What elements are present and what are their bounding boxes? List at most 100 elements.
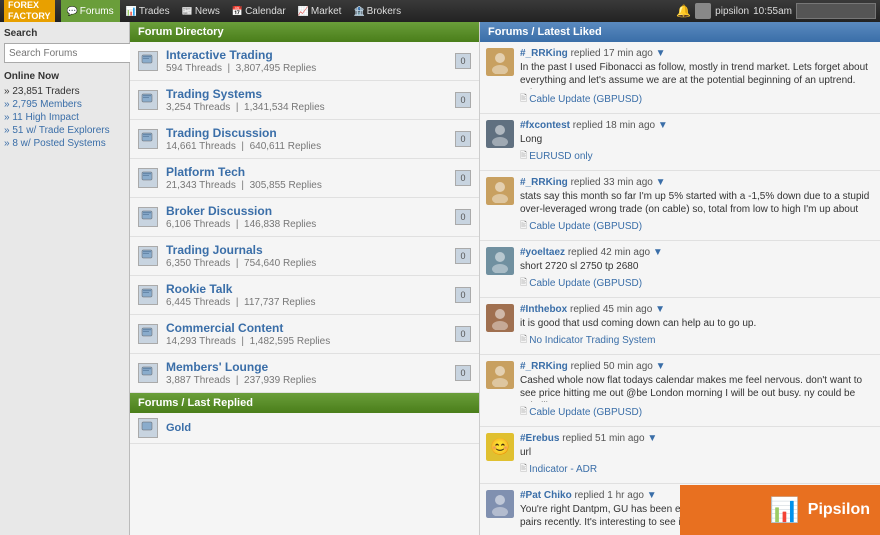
arrow-icon: ▼ <box>656 48 666 59</box>
forum-name[interactable]: Trading Journals <box>166 243 451 257</box>
nav-item-news[interactable]: 📰News <box>176 0 226 22</box>
latest-username[interactable]: #_RRKing <box>520 177 568 188</box>
sidebar-stats: » 23,851 Traders» 2,795 Members» 11 High… <box>4 86 125 149</box>
sidebar-stat-link[interactable]: » 2,795 Members <box>4 99 82 110</box>
latest-content: #yoeltaez replied 42 min ago ▼ short 272… <box>520 247 874 291</box>
last-replied-item[interactable]: Gold <box>130 413 479 444</box>
user-avatar[interactable] <box>695 3 711 19</box>
nav-item-forums[interactable]: 💬Forums <box>61 0 120 22</box>
arrow-icon: ▼ <box>647 490 657 501</box>
latest-avatar <box>486 120 514 148</box>
content-area: Forum Directory Interactive Trading 594 … <box>130 22 880 535</box>
forum-name[interactable]: Interactive Trading <box>166 48 451 62</box>
latest-thread-link[interactable]: 🖹No Indicator Trading System <box>520 332 874 348</box>
latest-avatar <box>486 48 514 76</box>
forum-list-item[interactable]: Trading Systems 3,254 Threads | 1,341,53… <box>130 81 479 120</box>
forum-name[interactable]: Trading Systems <box>166 87 451 101</box>
latest-liked-item[interactable]: #Inthebox replied 45 min ago ▼ it is goo… <box>480 298 880 355</box>
latest-thread-link[interactable]: 🖹Cable Update (GBPUSD) <box>520 218 874 234</box>
forum-name[interactable]: Members' Lounge <box>166 360 451 374</box>
forum-name[interactable]: Rookie Talk <box>166 282 451 296</box>
forum-name[interactable]: Broker Discussion <box>166 204 451 218</box>
sidebar-search-row: 🔍 <box>4 43 125 63</box>
sidebar-stat: » 2,795 Members <box>4 99 125 110</box>
sidebar-stat: » 51 w/ Trade Explorers <box>4 125 125 136</box>
forum-info: Commercial Content 14,293 Threads | 1,48… <box>166 321 451 347</box>
latest-username[interactable]: #fxcontest <box>520 120 570 131</box>
sidebar-stat-link[interactable]: » 11 High Impact <box>4 112 79 123</box>
forum-info: Platform Tech 21,343 Threads | 305,855 R… <box>166 165 451 191</box>
sidebar-stat-link[interactable]: » 51 w/ Trade Explorers <box>4 125 110 136</box>
latest-thread-link[interactable]: 🖹EURUSD only <box>520 148 874 164</box>
forum-name[interactable]: Trading Discussion <box>166 126 451 140</box>
link-icon: 🖹 <box>520 404 527 420</box>
link-icon: 🖹 <box>520 91 527 107</box>
bottom-bar: 📊 Pipsilon <box>680 485 880 535</box>
top-search-input[interactable] <box>796 3 876 19</box>
nav-item-brokers[interactable]: 🏦Brokers <box>347 0 407 22</box>
nav-icon: 📊 <box>126 6 137 17</box>
latest-liked-item[interactable]: #yoeltaez replied 42 min ago ▼ short 272… <box>480 241 880 298</box>
latest-avatar <box>486 490 514 518</box>
latest-text: Long <box>520 133 874 146</box>
latest-meta: #_RRKing replied 17 min ago ▼ <box>520 48 874 59</box>
latest-text: url <box>520 446 874 459</box>
latest-username[interactable]: #yoeltaez <box>520 247 565 258</box>
arrow-icon: ▼ <box>655 304 665 315</box>
forum-list-item[interactable]: Commercial Content 14,293 Threads | 1,48… <box>130 315 479 354</box>
latest-username[interactable]: #Inthebox <box>520 304 567 315</box>
forum-list-item[interactable]: Trading Discussion 14,661 Threads | 640,… <box>130 120 479 159</box>
forum-list-item[interactable]: Trading Journals 6,350 Threads | 754,640… <box>130 237 479 276</box>
last-replied-list: Gold <box>130 413 479 444</box>
forum-list-item[interactable]: Interactive Trading 594 Threads | 3,807,… <box>130 42 479 81</box>
forum-badge: 0 <box>455 365 471 381</box>
nav-right: 🔔 pipsilon 10:55am <box>676 3 876 19</box>
forum-icon <box>138 285 158 305</box>
nav-item-calendar[interactable]: 📅Calendar <box>226 0 292 22</box>
arrow-icon: ▼ <box>647 433 657 444</box>
forum-icon <box>138 168 158 188</box>
sidebar-search-input[interactable] <box>4 43 146 63</box>
latest-username[interactable]: #_RRKing <box>520 361 568 372</box>
forum-info: Rookie Talk 6,445 Threads | 117,737 Repl… <box>166 282 451 308</box>
forum-list-item[interactable]: Platform Tech 21,343 Threads | 305,855 R… <box>130 159 479 198</box>
latest-username[interactable]: #_RRKing <box>520 48 568 59</box>
latest-text: In the past I used Fibonacci as follow, … <box>520 61 874 89</box>
forum-info: Broker Discussion 6,106 Threads | 146,83… <box>166 204 451 230</box>
latest-liked-item[interactable]: #_RRKing replied 50 min ago ▼ Cashed who… <box>480 355 880 427</box>
latest-liked-item[interactable]: #fxcontest replied 18 min ago ▼ Long 🖹EU… <box>480 114 880 171</box>
latest-thread-link[interactable]: 🖹Cable Update (GBPUSD) <box>520 404 874 420</box>
forum-badge: 0 <box>455 92 471 108</box>
latest-liked-item[interactable]: 😊 #Erebus replied 51 min ago ▼ url 🖹Indi… <box>480 427 880 484</box>
last-replied-label[interactable]: Gold <box>166 422 191 434</box>
sidebar-stat-link[interactable]: » 8 w/ Posted Systems <box>4 138 106 149</box>
latest-liked-item[interactable]: #_RRKing replied 33 min ago ▼ stats say … <box>480 171 880 241</box>
nav-item-market[interactable]: 📈Market <box>292 0 348 22</box>
avatar <box>486 177 514 205</box>
latest-username[interactable]: #Pat Chiko <box>520 490 572 501</box>
latest-username[interactable]: #Erebus <box>520 433 559 444</box>
latest-meta: #fxcontest replied 18 min ago ▼ <box>520 120 874 131</box>
forum-stats: 6,350 Threads | 754,640 Replies <box>166 258 451 269</box>
nav-item-trades[interactable]: 📊Trades <box>120 0 176 22</box>
nav-icon: 📅 <box>232 6 243 17</box>
logo[interactable]: FOREX FACTORY <box>4 0 55 24</box>
time-display: 10:55am <box>753 6 792 17</box>
latest-liked-item[interactable]: #_RRKing replied 17 min ago ▼ In the pas… <box>480 42 880 114</box>
username-label: pipsilon <box>715 6 749 17</box>
latest-content: #fxcontest replied 18 min ago ▼ Long 🖹EU… <box>520 120 874 164</box>
forum-name[interactable]: Platform Tech <box>166 165 451 179</box>
forum-name[interactable]: Commercial Content <box>166 321 451 335</box>
forum-list-item[interactable]: Members' Lounge 3,887 Threads | 237,939 … <box>130 354 479 393</box>
arrow-icon: ▼ <box>656 361 666 372</box>
forum-list-item[interactable]: Rookie Talk 6,445 Threads | 117,737 Repl… <box>130 276 479 315</box>
forum-badge: 0 <box>455 170 471 186</box>
latest-thread-link[interactable]: 🖹Indicator - ADR <box>520 461 874 477</box>
latest-avatar: 😊 <box>486 433 514 461</box>
forum-list-item[interactable]: Broker Discussion 6,106 Threads | 146,83… <box>130 198 479 237</box>
top-navigation: FOREX FACTORY 💬Forums📊Trades📰News📅Calend… <box>0 0 880 22</box>
latest-action: replied 51 min ago <box>562 433 644 444</box>
latest-thread-link[interactable]: 🖹Cable Update (GBPUSD) <box>520 91 874 107</box>
notifications-bell-icon[interactable]: 🔔 <box>676 4 691 18</box>
latest-thread-link[interactable]: 🖹Cable Update (GBPUSD) <box>520 275 874 291</box>
